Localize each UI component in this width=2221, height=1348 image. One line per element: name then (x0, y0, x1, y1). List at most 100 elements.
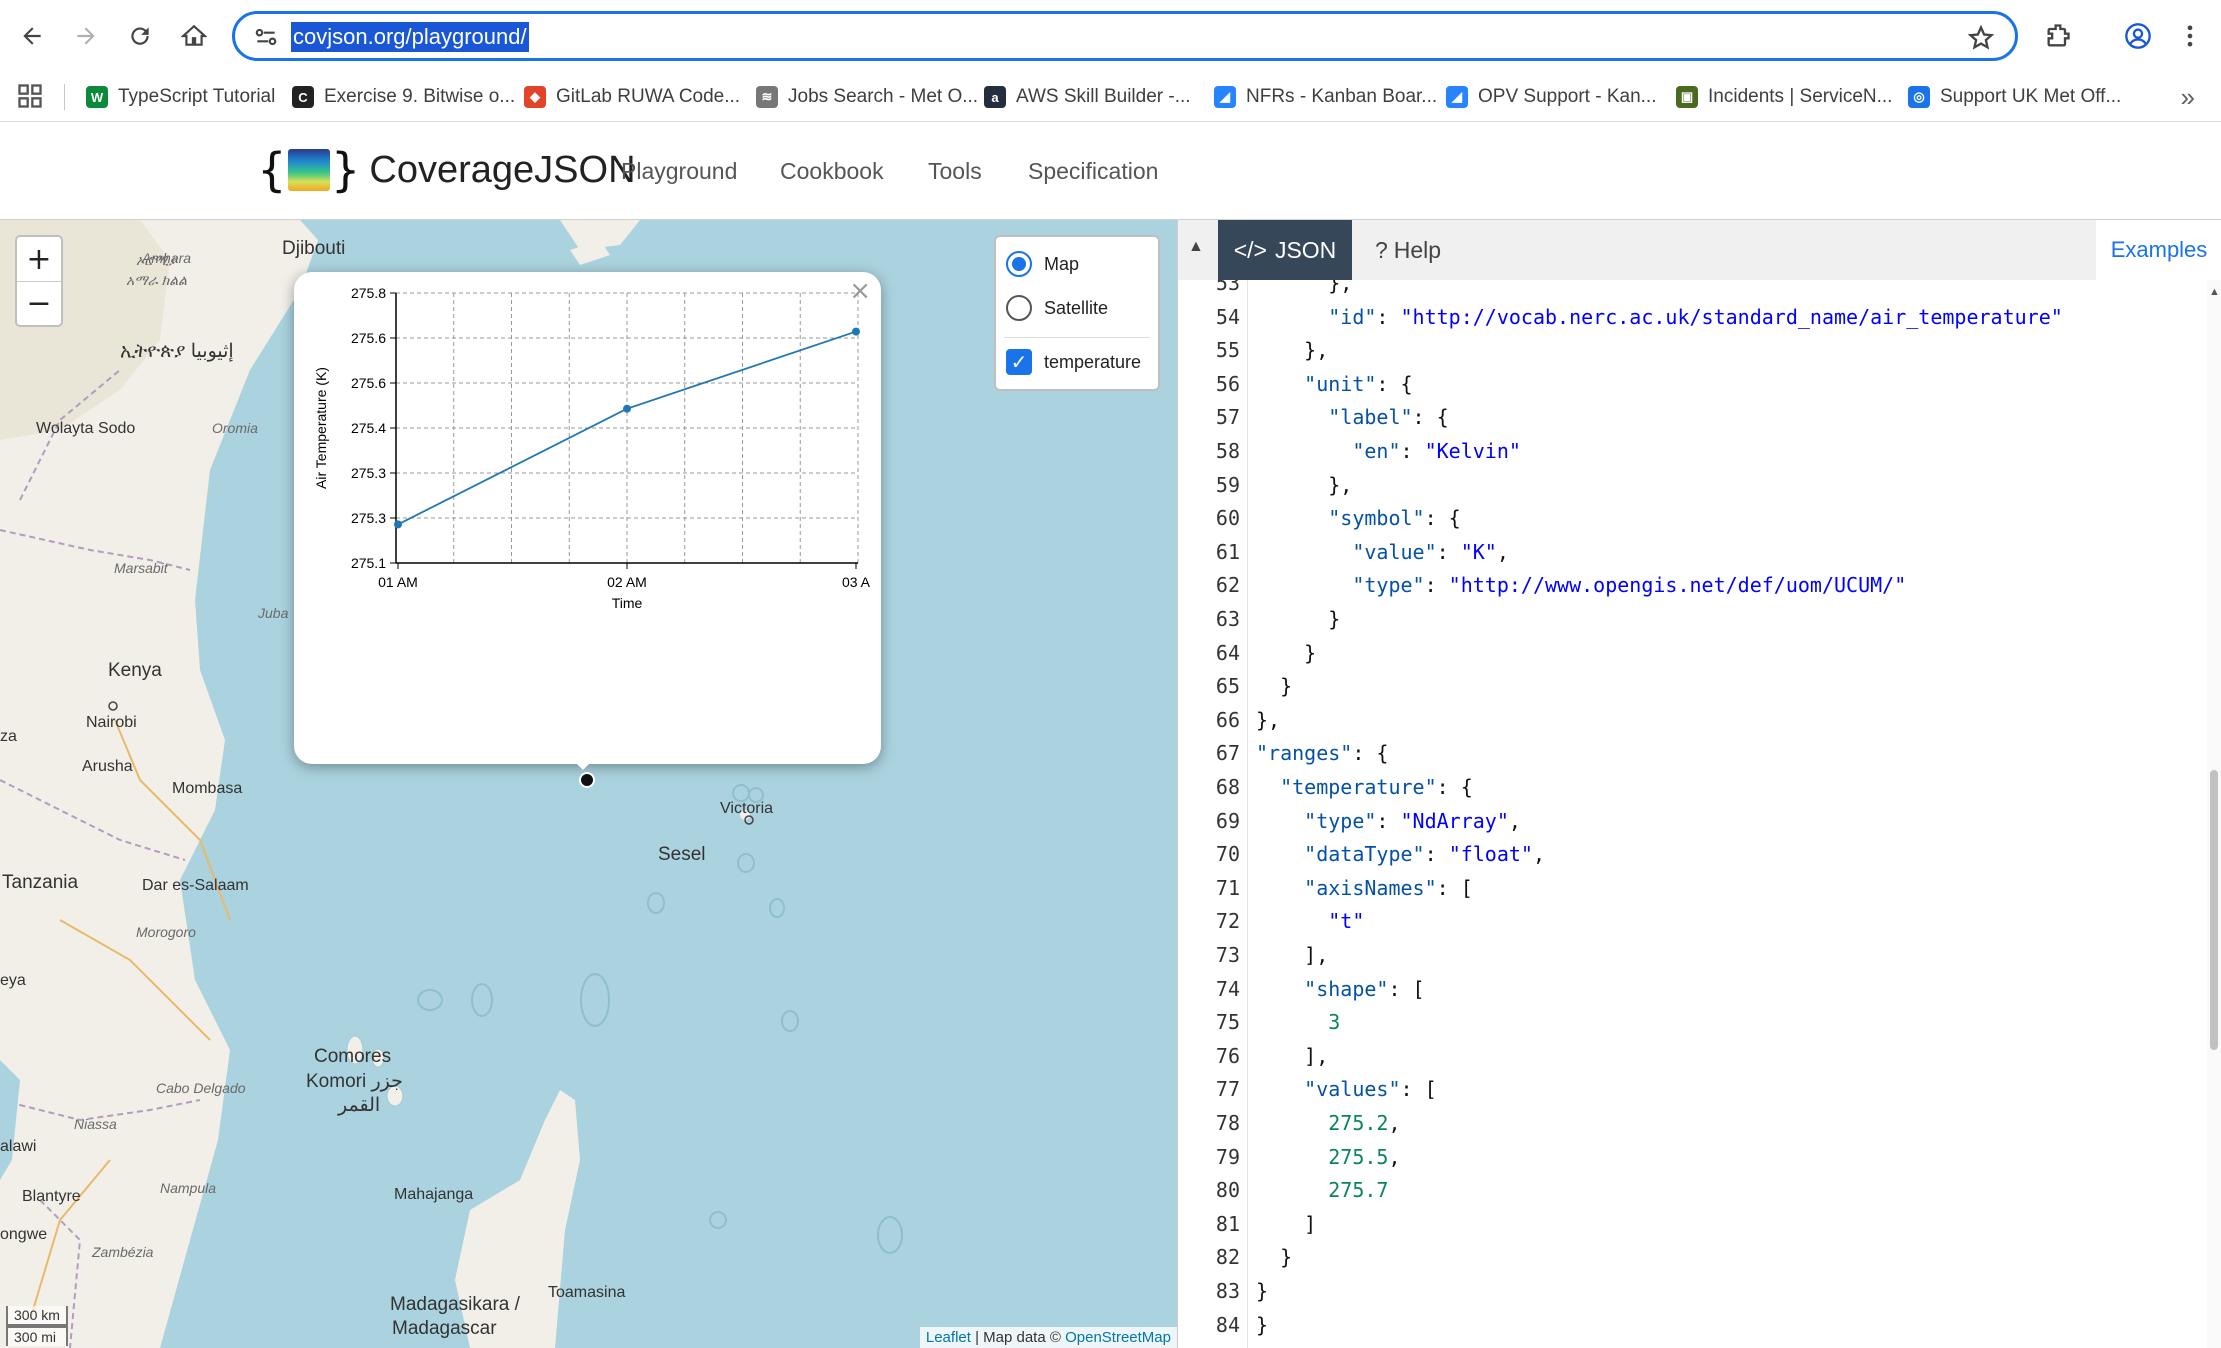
nav-playground[interactable]: Playground (621, 158, 737, 185)
apps-grid-icon[interactable] (16, 82, 44, 110)
browser-menu-icon[interactable] (2168, 14, 2212, 58)
editor-scrollbar[interactable]: ▲ (2207, 280, 2221, 1348)
code-line: 74 "shape": [ (1178, 972, 2208, 1006)
reload-icon[interactable] (118, 14, 162, 58)
examples-button[interactable]: Examples (2096, 220, 2221, 280)
tab-json-label: JSON (1274, 236, 1337, 263)
chart-y-tick-label: 275.6 (351, 330, 386, 346)
bookmark-label: OPV Support - Kan... (1478, 86, 1657, 107)
browser-toolbar: covjson.org/playground/ (0, 0, 2221, 72)
map-marker[interactable] (579, 772, 595, 788)
bookmark-item[interactable]: ◢ OPV Support - Kan... (1446, 80, 1656, 114)
code-text: 275.7 (1328, 1178, 1389, 1203)
tab-json[interactable]: </> JSON (1218, 220, 1352, 280)
line-number: 82 (1215, 1245, 1240, 1270)
url-text[interactable]: covjson.org/playground/ (291, 22, 529, 52)
bookmark-label: AWS Skill Builder -... (1016, 86, 1191, 107)
code-text: } (1256, 640, 1317, 665)
bookmark-item[interactable]: W TypeScript Tutorial (86, 80, 275, 114)
bookmarks-divider (64, 84, 65, 110)
scale-km: 300 km (6, 1306, 68, 1326)
bookmark-item[interactable]: ◆ GitLab RUWA Code... (524, 80, 740, 114)
line-number: 69 (1215, 808, 1240, 833)
map-place-label: አማራ ክልል (126, 272, 187, 288)
code-text: }, (1256, 707, 1281, 732)
code-line: 83} (1178, 1274, 2208, 1308)
editor-tabbar: ▲ </> JSON ? Help Examples (1178, 220, 2221, 280)
popup-tip (565, 752, 601, 770)
map-place-label: Mahajanga (394, 1186, 474, 1203)
logo-brace-left: { (258, 143, 286, 197)
code-text: ], (1256, 943, 1329, 967)
help-icon: ? (1374, 236, 1388, 263)
nav-specification[interactable]: Specification (1028, 158, 1158, 185)
line-number: 76 (1215, 1043, 1240, 1068)
extensions-icon[interactable] (2036, 14, 2080, 58)
forward-icon[interactable] (64, 14, 108, 58)
line-number: 80 (1215, 1178, 1240, 1203)
site-logo[interactable]: { } CoverageJSON (258, 142, 636, 198)
map-place-label: ongwe (0, 1226, 48, 1243)
code-line: 82 } (1178, 1240, 2208, 1274)
bookmark-label: TypeScript Tutorial (118, 86, 276, 107)
site-name: CoverageJSON (369, 148, 636, 191)
bookmark-item[interactable]: ◢ NFRs - Kanban Boar... (1214, 80, 1437, 114)
json-editor[interactable]: 53 }, 54 "id": "http://vocab.nerc.ac.uk/s… (1178, 280, 2208, 1348)
layer-map-option[interactable]: Map (1006, 251, 1079, 277)
code-line: 64 } (1178, 636, 2208, 670)
bookmark-star-icon[interactable] (1967, 24, 1995, 52)
code-line: 58 "en": "Kelvin" (1178, 434, 2208, 468)
line-number: 53 (1215, 280, 1240, 295)
leaflet-link[interactable]: Leaflet (926, 1329, 971, 1346)
bookmark-label: Incidents | ServiceN... (1708, 86, 1893, 107)
collapse-arrow-icon[interactable]: ▲ (1188, 238, 1204, 256)
osm-link[interactable]: OpenStreetMap (1065, 1329, 1171, 1346)
layer-satellite-option[interactable]: Satellite (1006, 295, 1108, 321)
checkmark-icon[interactable]: ✓ (1006, 349, 1032, 375)
line-number: 79 (1215, 1144, 1240, 1169)
logo-brace-right: } (331, 143, 360, 197)
line-number: 57 (1215, 405, 1240, 430)
scrollbar-thumb[interactable] (2210, 770, 2218, 1050)
home-icon[interactable] (172, 14, 216, 58)
map-place-label: Amhara (142, 250, 192, 266)
layer-satellite-radio[interactable] (1006, 295, 1032, 321)
zoom-out-button[interactable]: − (17, 281, 61, 325)
tab-help[interactable]: ? Help (1358, 220, 1458, 280)
code-text: "shape": [ (1304, 976, 1425, 1001)
layer-map-radio[interactable] (1006, 251, 1032, 277)
map-scale: 300 km 300 mi (6, 1306, 68, 1346)
layer-temperature-option[interactable]: ✓ temperature (1006, 349, 1141, 375)
bookmark-item[interactable]: C Exercise 9. Bitwise o... (292, 80, 515, 114)
bookmark-favicon-icon: ◢ (1214, 86, 1236, 108)
bookmark-item[interactable]: a AWS Skill Builder -... (984, 80, 1191, 114)
chart-x-axis-label: Time (612, 595, 643, 611)
back-icon[interactable] (10, 14, 54, 58)
popup-close-button[interactable]: × (849, 276, 871, 306)
chart-data-point (623, 404, 631, 413)
site-info-icon[interactable] (253, 24, 279, 50)
chart-data-point (394, 520, 402, 529)
bookmark-favicon-icon: ≋ (756, 86, 778, 108)
code-text: "en": "Kelvin" (1352, 439, 1521, 463)
profile-icon[interactable] (2116, 14, 2160, 58)
code-text: "dataType": "float", (1304, 842, 1546, 867)
scroll-up-icon[interactable]: ▲ (2209, 286, 2220, 298)
code-line: 65 } (1178, 669, 2208, 703)
line-number: 66 (1215, 707, 1240, 732)
code-text: "value": "K", (1352, 539, 1509, 564)
bookmark-item[interactable]: ▣ Incidents | ServiceN... (1676, 80, 1892, 114)
bookmark-item[interactable]: ≋ Jobs Search - Met O... (756, 80, 978, 114)
line-number: 75 (1215, 1010, 1240, 1035)
map-view[interactable]: Djibouti ኦሮሚያ Wolayta Sodo Oromia Marsabit Ju… (0, 220, 1177, 1348)
address-bar[interactable]: covjson.org/playground/ (232, 11, 2018, 61)
chart-x-tick-label: 01 AM (378, 574, 418, 590)
bookmark-item[interactable]: ◎ Support UK Met Off... (1908, 80, 2121, 114)
zoom-in-button[interactable]: + (17, 237, 61, 281)
more-bookmarks-icon[interactable]: » (2181, 82, 2195, 113)
line-number: 64 (1215, 640, 1240, 665)
nav-tools[interactable]: Tools (928, 158, 982, 185)
tab-help-label: Help (1393, 236, 1442, 263)
map-place-label: Nampula (160, 1180, 217, 1196)
nav-cookbook[interactable]: Cookbook (780, 158, 884, 185)
